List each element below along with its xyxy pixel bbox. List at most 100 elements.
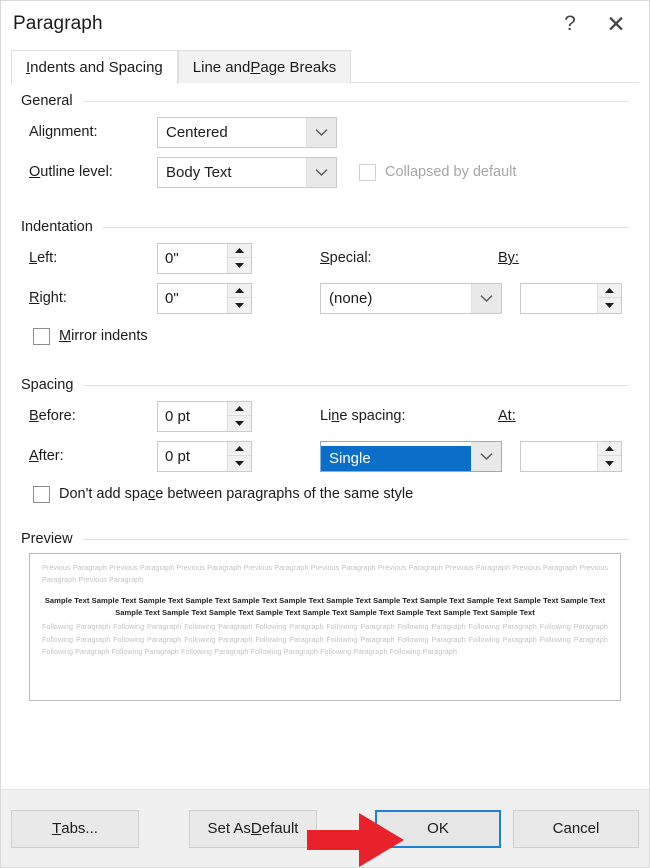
indentation-legend: Indentation xyxy=(21,219,93,235)
chevron-down-icon[interactable] xyxy=(306,117,336,147)
spinner-buttons[interactable] xyxy=(227,401,251,431)
dont-add-space-row[interactable]: Don't add space between paragraphs of th… xyxy=(17,479,633,509)
line-spacing-dropdown-wrap: Single xyxy=(320,440,502,472)
spinner-down-icon[interactable] xyxy=(228,298,251,313)
spacing-after-row: After: 0 pt Single xyxy=(17,439,633,473)
cancel-button[interactable]: Cancel xyxy=(513,809,639,848)
indent-by-label: By: xyxy=(498,250,558,266)
spinner-buttons[interactable] xyxy=(227,243,251,273)
indent-left-spinner[interactable]: 0" xyxy=(157,242,252,274)
tab-strip: Indents and Spacing Line and Page Breaks xyxy=(1,47,649,84)
alignment-row: Alignment: Centered xyxy=(17,115,633,149)
dont-add-space-checkbox[interactable] xyxy=(33,485,50,503)
tab-breaks-label-pre: Line and xyxy=(192,58,251,76)
indent-left-label-text: eft: xyxy=(37,250,58,266)
indent-by-value[interactable] xyxy=(521,284,597,313)
indent-left-row: Left: 0" Special: By: xyxy=(17,241,633,275)
line-spacing-dropdown[interactable]: Single xyxy=(320,440,502,472)
set-as-default-accel: D xyxy=(250,820,262,837)
dont-add-space-label-post: e between paragraphs of the same style xyxy=(155,486,414,502)
spinner-buttons[interactable] xyxy=(597,283,621,313)
mirror-indents-checkbox[interactable] xyxy=(33,327,50,345)
preview-sample-text: Sample Text Sample Text Sample Text Samp… xyxy=(44,595,606,618)
preview-group: Preview Previous Paragraph Previous Para… xyxy=(17,531,633,701)
chevron-down-icon[interactable] xyxy=(306,157,336,187)
chevron-down-icon[interactable] xyxy=(471,283,501,313)
tab-line-and-page-breaks[interactable]: Line and Page Breaks xyxy=(177,50,352,83)
mirror-indents-row[interactable]: Mirror indents xyxy=(17,321,633,351)
line-spacing-value: Single xyxy=(321,445,471,471)
special-dropdown[interactable]: (none) xyxy=(320,282,502,314)
line-spacing-label-post: e spacing: xyxy=(339,408,406,424)
dont-add-space-label: Don't add space between paragraphs of th… xyxy=(59,486,413,502)
tabs-button[interactable]: Tabs... xyxy=(11,809,139,848)
spinner-up-icon[interactable] xyxy=(598,284,621,298)
outline-level-value: Body Text xyxy=(166,163,232,181)
spinner-up-icon[interactable] xyxy=(228,244,251,258)
ok-button[interactable]: OK xyxy=(375,809,501,848)
special-label-text: pecial: xyxy=(329,250,372,266)
special-dropdown-wrap: (none) xyxy=(320,282,502,314)
indent-left-value[interactable]: 0" xyxy=(158,244,227,273)
indent-right-row: Right: 0" (none) xyxy=(17,281,633,315)
special-label: Special: xyxy=(320,250,498,266)
group-rule xyxy=(102,226,629,228)
spacing-at-label: At: xyxy=(498,408,558,424)
spinner-up-icon[interactable] xyxy=(228,442,251,456)
spacing-after-label-text: fter: xyxy=(38,448,64,464)
dont-add-space-label-pre: Don't add spa xyxy=(59,486,149,502)
outline-level-label-text: utline level: xyxy=(40,164,113,180)
spinner-down-icon[interactable] xyxy=(598,298,621,313)
chevron-down-icon[interactable] xyxy=(471,441,501,471)
spinner-up-icon[interactable] xyxy=(228,284,251,298)
spacing-before-accel: B xyxy=(29,408,39,424)
spinner-down-icon[interactable] xyxy=(228,258,251,273)
spinner-down-icon[interactable] xyxy=(598,456,621,471)
spacing-after-spinner[interactable]: 0 pt xyxy=(157,440,252,472)
spinner-down-icon[interactable] xyxy=(228,456,251,471)
set-as-default-button[interactable]: Set As Default xyxy=(189,809,317,848)
close-icon[interactable]: ✕ xyxy=(593,2,639,46)
help-icon[interactable]: ? xyxy=(547,2,593,46)
indent-by-accel: B xyxy=(498,250,508,266)
spacing-before-spinner[interactable]: 0 pt xyxy=(157,400,252,432)
spinner-buttons[interactable] xyxy=(597,441,621,471)
mirror-indents-label: Mirror indents xyxy=(59,328,148,344)
indent-right-value[interactable]: 0" xyxy=(158,284,227,313)
spinner-up-icon[interactable] xyxy=(598,442,621,456)
general-group: General Alignment: Centered Outline leve… xyxy=(17,93,633,189)
indent-by-spinner[interactable] xyxy=(520,282,622,314)
spinner-buttons[interactable] xyxy=(227,441,251,471)
spacing-group: Spacing Before: 0 pt Line spacing: At: A… xyxy=(17,377,633,509)
spacing-legend: Spacing xyxy=(21,377,74,393)
spacing-after-value[interactable]: 0 pt xyxy=(158,442,227,471)
preview-legend-row: Preview xyxy=(17,531,633,547)
set-as-default-label-pre: Set As xyxy=(207,820,251,837)
spacing-legend-row: Spacing xyxy=(17,377,633,393)
alignment-dropdown[interactable]: Centered xyxy=(157,116,337,148)
spinner-down-icon[interactable] xyxy=(228,416,251,431)
group-rule xyxy=(83,384,629,386)
paragraph-dialog: Paragraph ? ✕ Indents and Spacing Line a… xyxy=(0,0,650,868)
preview-box: Previous Paragraph Previous Paragraph Pr… xyxy=(29,553,621,701)
indent-left-label: Left: xyxy=(29,250,157,266)
tab-indents-and-spacing[interactable]: Indents and Spacing xyxy=(11,50,178,84)
group-rule xyxy=(82,538,629,540)
spacing-before-label: Before: xyxy=(29,408,157,424)
spacing-at-value[interactable] xyxy=(521,442,597,471)
indent-right-spinner[interactable]: 0" xyxy=(157,282,252,314)
spacing-after-accel: A xyxy=(29,448,39,464)
spacing-at-spinner[interactable] xyxy=(520,440,622,472)
special-accel: S xyxy=(320,250,330,266)
preview-legend: Preview xyxy=(21,531,73,547)
collapsed-by-default-checkbox-row: Collapsed by default xyxy=(359,163,516,181)
spinner-up-icon[interactable] xyxy=(228,402,251,416)
tab-indents-label: ndents and Spacing xyxy=(30,59,163,76)
spinner-buttons[interactable] xyxy=(227,283,251,313)
spacing-at-label-text: t: xyxy=(507,408,516,424)
spacing-before-label-text: efore: xyxy=(38,408,76,424)
indent-right-label: Right: xyxy=(29,290,157,306)
collapsed-by-default-checkbox xyxy=(359,163,376,181)
spacing-before-value[interactable]: 0 pt xyxy=(158,402,227,431)
outline-level-dropdown[interactable]: Body Text xyxy=(157,156,337,188)
